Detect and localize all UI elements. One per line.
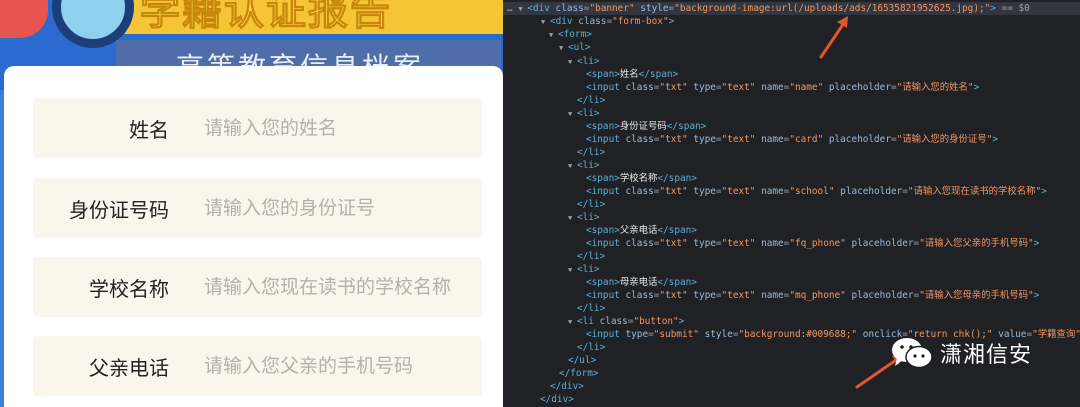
dom-node-span[interactable]: <span>父亲电话</span> [586,224,697,237]
expand-triangle-icon[interactable]: ▼ [559,42,568,55]
form-row-father-phone: 父亲电话 [33,336,482,396]
name-input[interactable] [204,117,474,139]
dom-node-form-box[interactable]: ▼ <div class="form-box"> [541,15,674,28]
expand-triangle-icon[interactable]: ▼ [549,29,558,42]
dom-node-li-close: </li> [577,342,606,353]
dom-node-span[interactable]: <span>身份证号码</span> [586,120,706,133]
mobile-page-preview: 学籍认证报告 高等教育信息档案 姓名 身份证号码 学校名称 父亲电话 [0,0,503,407]
dom-node-li-button[interactable]: ▼ <li class="button"> [568,315,684,328]
dom-node-input[interactable]: <input class="txt" type="text" name="mq_… [586,289,1039,302]
dom-node-input[interactable]: <input class="txt" type="text" name="fq_… [586,237,1039,250]
expand-triangle-icon[interactable]: ▼ [568,264,577,277]
dom-node-div-close: </div> [550,381,584,392]
dots-icon: … [507,3,513,14]
dom-node-input[interactable]: <input class="txt" type="text" name="nam… [586,81,979,94]
dom-node-banner[interactable]: … ▼ <div class="banner" style="background… [507,2,1030,15]
expand-triangle-icon[interactable]: ▼ [568,212,577,225]
dom-node-span[interactable]: <span>学校名称</span> [586,172,697,185]
banner-title: 学籍认证报告 [140,0,392,35]
id-card-label: 身份证号码 [69,197,169,222]
expand-triangle-icon[interactable]: ▼ [518,3,527,16]
dom-node-ul[interactable]: ▼ <ul> [559,41,591,54]
dom-node-input[interactable]: <input class="txt" type="text" name="sch… [586,185,1047,198]
form-row-name: 姓名 [33,98,482,158]
dom-node-li-close: </li> [577,147,606,158]
name-label: 姓名 [129,117,169,142]
dom-node-form-close: </form> [559,368,599,379]
dom-node-li[interactable]: ▼ <li> [568,211,600,224]
dom-node-li[interactable]: ▼ <li> [568,159,600,172]
dom-node-li[interactable]: ▼ <li> [568,107,600,120]
dom-node-input[interactable]: <input class="txt" type="text" name="car… [586,133,998,146]
expand-triangle-icon[interactable]: ▼ [568,316,577,329]
form-row-card: 身份证号码 [33,178,482,238]
dom-node-form[interactable]: ▼ <form> [549,28,592,41]
dom-node-li-close: </li> [577,199,606,210]
dom-node-span[interactable]: <span>母亲电话</span> [586,276,697,289]
dom-node-div-close: </div> [540,394,574,405]
father-phone-input[interactable] [204,355,474,377]
id-card-input[interactable] [204,197,474,219]
dom-node-li-close: </li> [577,303,606,314]
father-phone-label: 父亲电话 [89,355,169,380]
watermark: 潇湘信安 [890,333,1032,373]
dom-node-li-close: </li> [577,95,606,106]
wechat-icon [892,338,933,369]
dom-node-ul-close: </ul> [568,355,597,366]
school-label: 学校名称 [89,276,169,301]
form-row-school: 学校名称 [33,257,482,317]
arrow-icon-upper [819,16,848,59]
dom-node-li[interactable]: ▼ <li> [568,263,600,276]
dom-node-span[interactable]: <span>姓名</span> [586,68,678,81]
expand-triangle-icon[interactable]: ▼ [568,160,577,173]
watermark-text: 潇湘信安 [940,343,1033,368]
school-input[interactable] [204,276,474,298]
dom-node-li[interactable]: ▼ <li> [568,55,600,68]
expand-triangle-icon[interactable]: ▼ [568,108,577,121]
dom-node-li-close: </li> [577,251,606,262]
expand-triangle-icon[interactable]: ▼ [568,56,577,69]
